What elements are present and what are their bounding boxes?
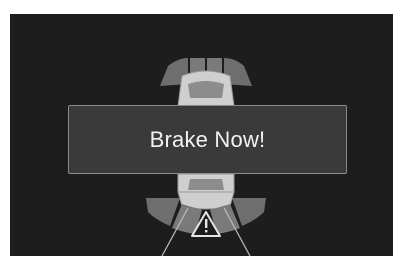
brake-alert-box: Brake Now!: [68, 105, 347, 174]
screen-bottom-border: [10, 256, 393, 262]
brake-alert-message: Brake Now!: [149, 126, 266, 152]
parking-assist-screen: Brake Now!: [10, 14, 393, 256]
display-frame: Brake Now!: [0, 0, 403, 262]
